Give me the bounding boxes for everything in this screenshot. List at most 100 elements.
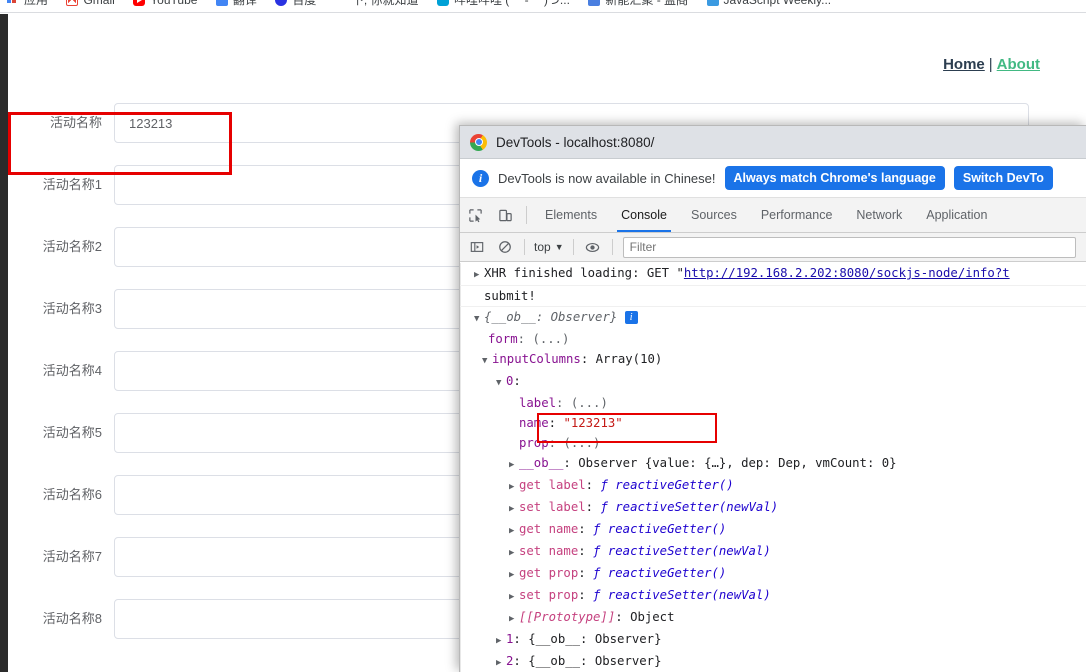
console-row-index-0[interactable]: 0:: [460, 371, 1086, 393]
console-row-label[interactable]: label: (...): [460, 393, 1086, 413]
nav-link-home[interactable]: Home: [943, 56, 985, 73]
console-filter-bar: top ▼: [460, 233, 1086, 262]
tab-console[interactable]: Console: [609, 198, 679, 232]
tab-elements[interactable]: Elements: [533, 198, 609, 232]
console-prop-key: set label: [519, 500, 586, 514]
console-prop-key: form: [488, 332, 518, 346]
console-row-name[interactable]: name: "123213": [460, 413, 1086, 433]
device-toolbar-icon[interactable]: [490, 198, 520, 232]
live-expression-eye-icon[interactable]: [580, 236, 606, 258]
bookmark-label: JavaScript Weekly...: [723, 0, 832, 7]
expand-arrow-icon[interactable]: [474, 309, 484, 329]
form-label: 活动名称1: [42, 177, 102, 192]
console-row-form[interactable]: form: (...): [460, 329, 1086, 349]
expand-arrow-icon[interactable]: [509, 477, 519, 497]
form-label: 活动名称5: [42, 425, 102, 440]
console-prop-value[interactable]: (...): [563, 436, 600, 450]
form-label: 活动名称6: [42, 487, 102, 502]
console-row-index-2[interactable]: 2: {__ob__: Observer}: [460, 651, 1086, 672]
console-row-set-prop[interactable]: set prop: ƒ reactiveSetter(newVal): [460, 585, 1086, 607]
console-prop-key: prop: [519, 436, 549, 450]
expand-arrow-icon[interactable]: [496, 631, 506, 651]
console-prop-value[interactable]: (...): [571, 396, 608, 410]
expand-arrow-icon[interactable]: [509, 521, 519, 541]
notice-message: DevTools is now available in Chinese!: [498, 170, 716, 186]
console-row-submit[interactable]: submit!: [460, 286, 1086, 307]
bookmark-label: 哔哩哔哩 ( ゜- ゜)つ...: [453, 0, 570, 7]
page-left-rail: [0, 14, 8, 672]
console-prop-value: ƒ reactiveSetter(newVal): [600, 500, 779, 514]
console-prop-value: "123213": [563, 416, 623, 430]
console-row-get-name[interactable]: get name: ƒ reactiveGetter(): [460, 519, 1086, 541]
console-prop-value: Observer {value: {…}, dep: Dep, vmCount:…: [578, 456, 897, 470]
console-row-get-prop[interactable]: get prop: ƒ reactiveGetter(): [460, 563, 1086, 585]
form-label: 活动名称2: [42, 239, 102, 254]
expand-arrow-icon[interactable]: [509, 565, 519, 585]
info-badge-icon[interactable]: i: [624, 311, 638, 324]
form-label: 活动名称7: [42, 549, 102, 564]
console-prop-value: ƒ reactiveGetter(): [593, 522, 727, 536]
filterbar-divider: [611, 239, 613, 255]
console-row-index-1[interactable]: 1: {__ob__: Observer}: [460, 629, 1086, 651]
youtube-icon: [133, 0, 146, 6]
bookmark-item[interactable]: 应用: [0, 0, 55, 12]
console-row-set-label[interactable]: set label: ƒ reactiveSetter(newVal): [460, 497, 1086, 519]
console-row-prototype[interactable]: [[Prototype]]: Object: [460, 607, 1086, 629]
tab-sources[interactable]: Sources: [679, 198, 749, 232]
gmail-icon: [66, 0, 79, 6]
expand-arrow-icon[interactable]: [474, 265, 484, 285]
console-xhr-link[interactable]: http://192.168.2.202:8080/sockjs-node/in…: [684, 266, 1010, 280]
form-label: 活动名称8: [42, 611, 102, 626]
nav-link-about[interactable]: About: [997, 56, 1040, 73]
bookmark-item[interactable]: 下, 你就知道: [328, 0, 426, 12]
bookmark-item[interactable]: 哔哩哔哩 ( ゜- ゜)つ...: [430, 0, 577, 12]
expand-arrow-icon[interactable]: [509, 609, 519, 629]
console-prop-key: label: [519, 396, 557, 410]
console-row-set-name[interactable]: set name: ƒ reactiveSetter(newVal): [460, 541, 1086, 563]
console-row-ob[interactable]: __ob__: Observer {value: {…}, dep: Dep, …: [460, 453, 1086, 475]
bell-icon: [588, 0, 601, 6]
console-output[interactable]: XHR finished loading: GET "http://192.16…: [460, 263, 1086, 672]
console-row-inputcolumns[interactable]: inputColumns: Array(10): [460, 349, 1086, 371]
console-context-selector[interactable]: top ▼: [531, 240, 567, 254]
console-prop-value: ƒ reactiveGetter(): [600, 478, 734, 492]
form-label: 活动名称3: [42, 301, 102, 316]
bookmark-item[interactable]: 新能汇聚 - 监阁: [581, 0, 695, 12]
bookmark-label: 下, 你就知道: [351, 0, 419, 7]
chevron-down-icon: ▼: [554, 242, 564, 252]
bookmark-item[interactable]: 翻译: [209, 0, 264, 12]
console-prop-key: __ob__: [519, 456, 564, 470]
console-row-root-object[interactable]: {__ob__: Observer} i: [460, 307, 1086, 329]
always-match-language-button[interactable]: Always match Chrome's language: [724, 166, 945, 190]
filterbar-divider: [572, 239, 574, 255]
console-filter-input[interactable]: [622, 236, 1076, 258]
expand-arrow-icon[interactable]: [509, 543, 519, 563]
expand-arrow-icon[interactable]: [509, 499, 519, 519]
console-sidebar-icon[interactable]: [464, 236, 490, 258]
tab-application[interactable]: Application: [914, 198, 999, 232]
expand-arrow-icon[interactable]: [509, 587, 519, 607]
bookmark-item[interactable]: 百度: [268, 0, 323, 12]
expand-arrow-icon[interactable]: [509, 455, 519, 475]
console-row-prop[interactable]: prop: (...): [460, 433, 1086, 453]
expand-arrow-icon[interactable]: [496, 653, 506, 672]
console-row-text: XHR finished loading: GET ": [484, 266, 684, 280]
bookmark-item[interactable]: YouTube: [126, 0, 204, 12]
bookmark-item[interactable]: Gmail: [59, 0, 121, 12]
console-prop-key: get prop: [519, 566, 579, 580]
expand-arrow-icon[interactable]: [482, 351, 492, 371]
console-prop-value[interactable]: (...): [532, 332, 569, 346]
tab-performance[interactable]: Performance: [749, 198, 845, 232]
console-prop-key: name: [519, 416, 549, 430]
console-row-get-label[interactable]: get label: ƒ reactiveGetter(): [460, 475, 1086, 497]
clear-console-icon[interactable]: [492, 236, 518, 258]
devtools-titlebar: DevTools - localhost:8080/: [460, 126, 1086, 159]
console-prop-key: get name: [519, 522, 579, 536]
bookmark-item[interactable]: JavaScript Weekly...: [700, 0, 839, 12]
tab-network[interactable]: Network: [844, 198, 914, 232]
switch-devtools-language-button[interactable]: Switch DevTo: [953, 166, 1053, 190]
devtools-window: DevTools - localhost:8080/ i DevTools is…: [459, 125, 1086, 672]
expand-arrow-icon[interactable]: [496, 373, 506, 393]
console-row-xhr[interactable]: XHR finished loading: GET "http://192.16…: [460, 263, 1086, 286]
inspect-element-icon[interactable]: [460, 198, 490, 232]
